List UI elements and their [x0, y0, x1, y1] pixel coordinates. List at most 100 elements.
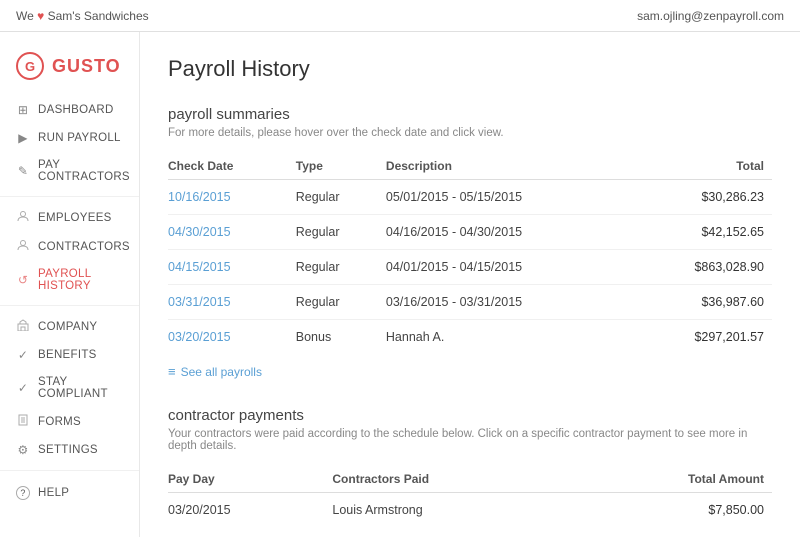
contractor-payments-table: Pay Day Contractors Paid Total Amount 03…	[168, 466, 772, 527]
sidebar-item-label: SETTINGS	[38, 444, 98, 456]
list-icon: ≡	[168, 364, 176, 379]
cell-check-date: 10/16/2015	[168, 180, 296, 215]
col-type: Type	[296, 153, 386, 180]
sidebar-item-label: CONTRACTORS	[38, 241, 130, 253]
cell-check-date: 04/30/2015	[168, 215, 296, 250]
contractor-payments-section: contractor payments Your contractors wer…	[168, 407, 772, 527]
payroll-history-icon: ↺	[16, 273, 30, 287]
dashboard-icon: ⊞	[16, 103, 30, 117]
cell-total: $297,201.57	[637, 320, 772, 355]
heart-icon: ♥	[37, 9, 44, 23]
cell-total: $42,152.65	[637, 215, 772, 250]
contractor-table-body: 03/20/2015 Louis Armstrong $7,850.00	[168, 493, 772, 528]
table-row[interactable]: 03/31/2015 Regular 03/16/2015 - 03/31/20…	[168, 285, 772, 320]
user-email: sam.ojling@zenpayroll.com	[637, 9, 784, 23]
sidebar-item-company[interactable]: COMPANY	[0, 312, 139, 341]
col-total: Total	[637, 153, 772, 180]
table-row[interactable]: 04/30/2015 Regular 04/16/2015 - 04/30/20…	[168, 215, 772, 250]
cell-type: Bonus	[296, 320, 386, 355]
topbar-company-info: We ♥ Sam's Sandwiches	[16, 9, 149, 23]
topbar: We ♥ Sam's Sandwiches sam.ojling@zenpayr…	[0, 0, 800, 32]
cell-type: Regular	[296, 285, 386, 320]
table-row[interactable]: 03/20/2015 Louis Armstrong $7,850.00	[168, 493, 772, 528]
cell-total: $863,028.90	[637, 250, 772, 285]
sidebar-item-pay-contractors[interactable]: ✎ PAY CONTRACTORS	[0, 152, 139, 190]
cell-check-date: 03/20/2015	[168, 320, 296, 355]
sidebar-item-label: HELP	[38, 487, 69, 499]
sidebar-item-label: FORMS	[38, 416, 81, 428]
logo-area: G GUSTO	[0, 40, 139, 96]
page-title: Payroll History	[168, 56, 772, 82]
sidebar-item-label: BENEFITS	[38, 349, 97, 361]
sidebar-item-label: COMPANY	[38, 321, 97, 333]
logo-icon: G	[16, 52, 44, 80]
cell-total: $36,987.60	[637, 285, 772, 320]
contractor-section-subtitle: Your contractors were paid according to …	[168, 428, 772, 452]
contractor-section-title: contractor payments	[168, 407, 772, 424]
cell-description: 04/16/2015 - 04/30/2015	[386, 215, 637, 250]
cell-description: 04/01/2015 - 04/15/2015	[386, 250, 637, 285]
sidebar-item-forms[interactable]: FORMS	[0, 407, 139, 436]
payroll-summaries-table: Check Date Type Description Total 10/16/…	[168, 153, 772, 354]
cell-type: Regular	[296, 250, 386, 285]
table-row[interactable]: 03/20/2015 Bonus Hannah A. $297,201.57	[168, 320, 772, 355]
nav-divider-1	[0, 196, 139, 197]
col-total-amount: Total Amount	[576, 466, 772, 493]
nav-divider-3	[0, 470, 139, 471]
sidebar-item-dashboard[interactable]: ⊞ DASHBOARD	[0, 96, 139, 124]
col-pay-day: Pay Day	[168, 466, 332, 493]
stay-compliant-icon: ✓	[16, 381, 30, 395]
help-icon: ?	[16, 486, 30, 500]
col-check-date: Check Date	[168, 153, 296, 180]
cell-description: 03/16/2015 - 03/31/2015	[386, 285, 637, 320]
sidebar-item-payroll-history[interactable]: ↺ PAYROLL HISTORY	[0, 261, 139, 299]
nav-section-3: COMPANY ✓ BENEFITS ✓ STAY COMPLIANT FORM…	[0, 312, 139, 464]
nav-divider-2	[0, 305, 139, 306]
company-icon	[16, 319, 30, 334]
sidebar-item-label: DASHBOARD	[38, 104, 114, 116]
contractors-icon	[16, 239, 30, 254]
payroll-table-header: Check Date Type Description Total	[168, 153, 772, 180]
see-all-label: See all payrolls	[181, 365, 262, 379]
cell-check-date: 04/15/2015	[168, 250, 296, 285]
cell-check-date: 03/31/2015	[168, 285, 296, 320]
payroll-summaries-section: payroll summaries For more details, plea…	[168, 106, 772, 379]
see-all-payrolls-link[interactable]: ≡ See all payrolls	[168, 364, 262, 379]
nav-section-2: EMPLOYEES CONTRACTORS ↺ PAYROLL HISTORY	[0, 203, 139, 299]
sidebar-item-run-payroll[interactable]: ▶ RUN PAYROLL	[0, 124, 139, 152]
sidebar-item-contractors[interactable]: CONTRACTORS	[0, 232, 139, 261]
logo-text: GUSTO	[52, 56, 121, 77]
sidebar-item-label: STAY COMPLIANT	[38, 376, 123, 400]
cell-description: 05/01/2015 - 05/15/2015	[386, 180, 637, 215]
table-row[interactable]: 10/16/2015 Regular 05/01/2015 - 05/15/20…	[168, 180, 772, 215]
run-payroll-icon: ▶	[16, 131, 30, 145]
sidebar-item-help[interactable]: ? HELP	[0, 479, 139, 507]
col-contractors-paid: Contractors Paid	[332, 466, 576, 493]
sidebar-item-label: PAY CONTRACTORS	[38, 159, 130, 183]
sidebar-item-label: EMPLOYEES	[38, 212, 112, 224]
company-name: Sam's Sandwiches	[48, 9, 149, 23]
settings-icon: ⚙	[16, 443, 30, 457]
sidebar-item-employees[interactable]: EMPLOYEES	[0, 203, 139, 232]
forms-icon	[16, 414, 30, 429]
payroll-section-subtitle: For more details, please hover over the …	[168, 127, 772, 139]
table-row[interactable]: 04/15/2015 Regular 04/01/2015 - 04/15/20…	[168, 250, 772, 285]
sidebar: G GUSTO ⊞ DASHBOARD ▶ RUN PAYROLL ✎ PAY …	[0, 32, 140, 537]
cell-pay-day: 03/20/2015	[168, 493, 332, 528]
sidebar-item-settings[interactable]: ⚙ SETTINGS	[0, 436, 139, 464]
main-content: Payroll History payroll summaries For mo…	[140, 32, 800, 537]
pay-contractors-icon: ✎	[16, 164, 30, 178]
sidebar-item-stay-compliant[interactable]: ✓ STAY COMPLIANT	[0, 369, 139, 407]
sidebar-item-label: PAYROLL HISTORY	[38, 268, 123, 292]
cell-description: Hannah A.	[386, 320, 637, 355]
cell-total-amount: $7,850.00	[576, 493, 772, 528]
cell-total: $30,286.23	[637, 180, 772, 215]
benefits-icon: ✓	[16, 348, 30, 362]
col-description: Description	[386, 153, 637, 180]
cell-type: Regular	[296, 180, 386, 215]
sidebar-item-benefits[interactable]: ✓ BENEFITS	[0, 341, 139, 369]
sidebar-item-label: RUN PAYROLL	[38, 132, 121, 144]
contractor-table-header: Pay Day Contractors Paid Total Amount	[168, 466, 772, 493]
employees-icon	[16, 210, 30, 225]
we-label: We	[16, 9, 34, 23]
